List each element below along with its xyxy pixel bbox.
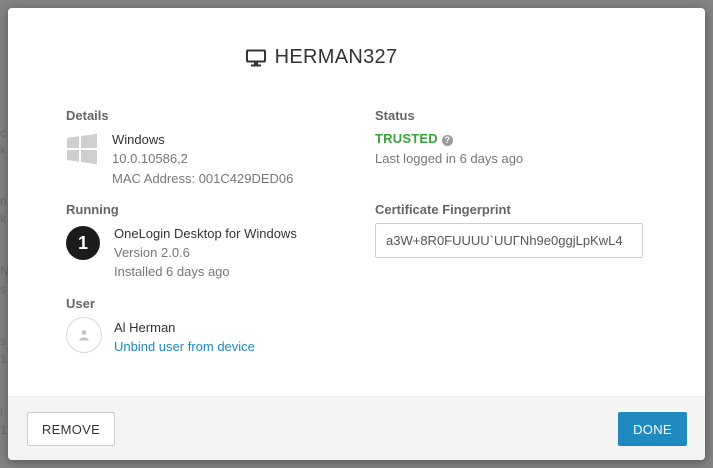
help-icon[interactable]: ? (441, 135, 453, 146)
status-label: Status (375, 108, 415, 123)
status-badge: TRUSTED (375, 131, 438, 146)
certificate-label: Certificate Fingerprint (375, 202, 511, 217)
windows-logo-icon (67, 133, 97, 165)
os-name: Windows (112, 132, 165, 147)
done-button[interactable]: DONE (618, 412, 687, 446)
details-label: Details (66, 108, 109, 123)
mac-address: MAC Address: 001C429DED06 (112, 171, 294, 186)
avatar (66, 317, 102, 353)
os-version: 10.0.10586,2 (112, 151, 188, 166)
modal-title: HERMAN327 (274, 46, 398, 68)
user-icon (79, 330, 89, 341)
modal-header: HERMAN327 (8, 46, 705, 69)
device-modal: HERMAN327 Details Windows 10.0.10586,2 M… (8, 8, 705, 460)
unbind-user-link[interactable]: Unbind user from device (114, 339, 255, 354)
running-app-badge: 1 (66, 226, 100, 260)
running-app-version: Version 2.0.6 (114, 245, 190, 260)
last-logged-in: Last logged in 6 days ago (375, 151, 524, 166)
user-name: Al Herman (114, 320, 176, 335)
modal-footer: REMOVE DONE (8, 396, 705, 460)
remove-button[interactable]: REMOVE (27, 412, 115, 446)
running-app-installed: Installed 6 days ago (114, 264, 230, 279)
certificate-fingerprint-field[interactable]: a3W+8R0FUUUU`UUΓNh9e0ggjLpKwL4 (375, 223, 643, 258)
monitor-icon (245, 49, 266, 66)
user-label: User (66, 296, 95, 311)
running-app-name: OneLogin Desktop for Windows (114, 226, 297, 241)
status-row: TRUSTED? (375, 131, 453, 146)
running-label: Running (66, 202, 119, 217)
